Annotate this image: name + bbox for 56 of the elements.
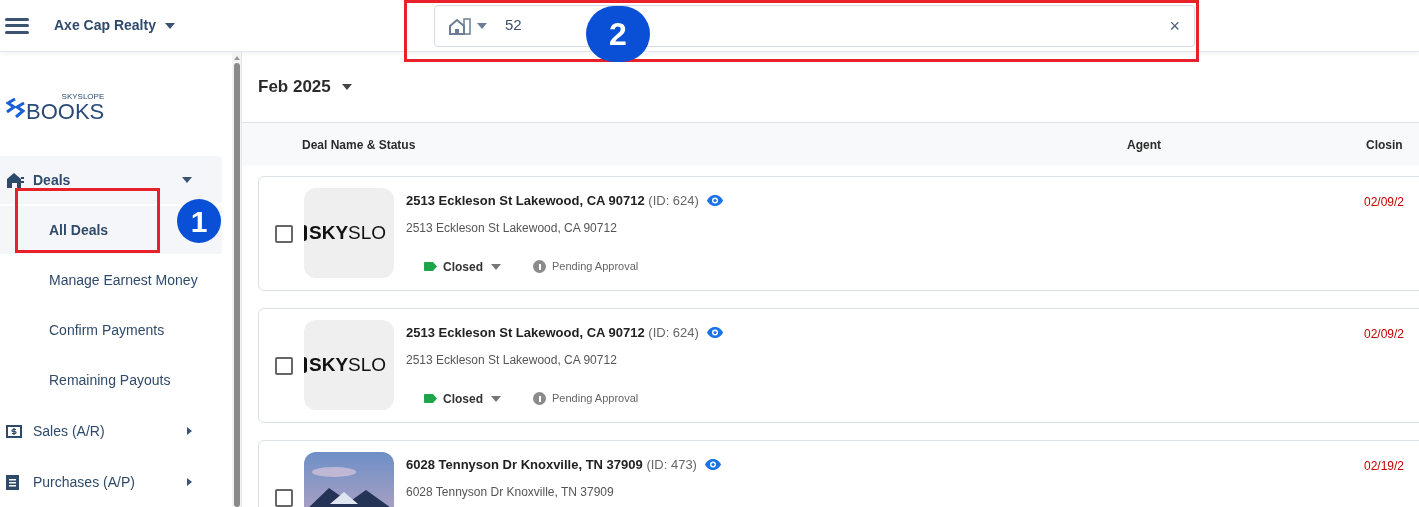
money-icon (6, 424, 22, 438)
column-header: Deal Name & Status (302, 136, 417, 154)
eye-icon[interactable] (706, 195, 723, 207)
list-icon (6, 474, 19, 490)
clear-button[interactable]: × (1169, 16, 1180, 35)
nav-item[interactable]: Sales (A/R) (0, 407, 222, 455)
deal-card[interactable]: SKYSLO 2513 Eckleson St Lakewood, CA 90712 (ID: 624) 2513 Eckleson St Lakewood, CA 90712 Closed Pending Approval 02/09/2 (258, 176, 1419, 291)
row-checkbox[interactable] (275, 225, 293, 243)
closing-date: 02/09/2 (1364, 194, 1405, 211)
column-header: Closin (1366, 136, 1403, 154)
nav-subitem[interactable]: Confirm Payments (0, 306, 222, 354)
deal-card[interactable]: SKYSLO 2513 Eckleson St Lakewood, CA 90712 (ID: 624) 2513 Eckleson St Lakewood, CA 90712 Closed Pending Approval 02/09/2 (258, 308, 1419, 423)
logo-icon (6, 98, 25, 118)
caret-icon (164, 22, 175, 29)
deal-title[interactable]: 2513 Eckleson St Lakewood, CA 90712 (ID: 624) (406, 191, 699, 211)
row-checkbox[interactable] (275, 489, 293, 507)
nav-subitem[interactable]: Manage Earnest Money (0, 256, 222, 304)
info-icon (533, 392, 546, 405)
deal-title[interactable]: 6028 Tennyson Dr Knoxville, TN 37909 (ID: 473) (406, 455, 697, 475)
deal-address: 2513 Eckleson St Lakewood, CA 90712 (406, 219, 618, 237)
building-icon (448, 16, 471, 35)
column-header: Agent (1126, 136, 1162, 154)
status-dropdown[interactable]: Closed (424, 257, 501, 276)
house-icon (6, 172, 24, 188)
nav-item[interactable]: Purchases (A/P) (0, 458, 222, 506)
deal-address: 2513 Eckleson St Lakewood, CA 90712 (406, 351, 618, 369)
approval-status: Pending Approval (552, 259, 639, 275)
nav-item[interactable]: Deals (0, 156, 222, 204)
step-number-tooltip: 2 (586, 6, 650, 62)
closing-date: 02/19/2 (1364, 458, 1405, 475)
caret-icon (341, 84, 352, 90)
row-checkbox[interactable] (275, 357, 293, 375)
nav-subitem[interactable]: Remaining Payouts (0, 356, 222, 404)
deal-address: 6028 Tennyson Dr Knoxville, TN 37909 (406, 483, 615, 501)
closing-date: 02/09/2 (1364, 326, 1405, 343)
caret-icon (491, 395, 501, 402)
caret-icon (182, 177, 192, 183)
approval-status: Pending Approval (552, 391, 639, 407)
deal-title[interactable]: 2513 Eckleson St Lakewood, CA 90712 (ID: 624) (406, 323, 699, 343)
logo-text: BOOKS (26, 101, 105, 123)
caret-icon (187, 427, 192, 435)
logo-text: SKYSLO (309, 220, 387, 245)
logo-small-text: SKYSLOPE (61, 93, 105, 101)
scrollbar[interactable] (232, 52, 241, 507)
eye-icon[interactable] (706, 327, 723, 339)
logo-text: SKYSLO (309, 352, 387, 377)
period-dropdown[interactable]: Feb 2025 (258, 74, 352, 100)
status-dropdown[interactable]: Closed (424, 389, 501, 408)
info-icon (533, 260, 546, 273)
caret-icon (187, 478, 192, 486)
company-dropdown[interactable]: Axe Cap Realty (54, 15, 175, 36)
caret-icon (491, 263, 501, 270)
caret-icon (476, 22, 487, 29)
eye-icon[interactable] (704, 459, 721, 471)
deal-card[interactable]: 6028 Tennyson Dr Knoxville, TN 37909 (ID: 473) 6028 Tennyson Dr Knoxville, TN 37909 02/19/2 (258, 440, 1419, 507)
menu-button[interactable] (5, 15, 29, 36)
